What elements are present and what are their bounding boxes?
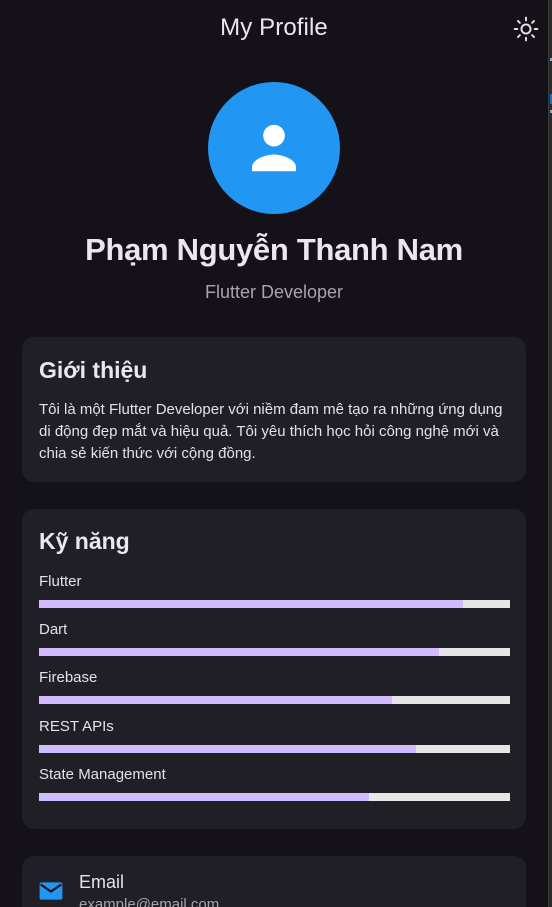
intro-card: Giới thiệu Tôi là một Flutter Developer … <box>22 337 526 482</box>
skill-progress-bar <box>39 648 510 656</box>
skills-title: Kỹ năng <box>39 528 130 554</box>
profile-name: Phạm Nguyễn Thanh Nam <box>85 232 463 267</box>
profile-role: Flutter Developer <box>204 282 344 302</box>
skill-progress-bar <box>39 696 510 704</box>
skill-progress-bar <box>39 600 510 608</box>
skill-item: Flutter <box>39 573 510 609</box>
skill-label: Dart <box>39 621 68 638</box>
app-window: My Profile Phạm Nguyễn Thanh Nam Flutter… <box>0 0 548 907</box>
skill-item: State Management <box>39 766 510 802</box>
skill-item: REST APIs <box>39 718 510 754</box>
intro-text: Tôi là một Flutter Developer với niềm đa… <box>39 401 503 462</box>
window-edge <box>548 0 552 907</box>
mail-icon <box>39 882 63 900</box>
skill-progress-bar <box>39 793 510 801</box>
skills-card: Kỹ năng Flutter Dart Firebase REST APIs <box>22 509 526 829</box>
skill-progress-fill <box>39 696 393 704</box>
skill-progress-bar <box>39 745 510 753</box>
skill-label: Flutter <box>39 573 82 590</box>
contact-email-card[interactable]: Email example@email.com <box>22 856 526 907</box>
skill-progress-fill <box>39 793 369 801</box>
skill-progress-fill <box>39 648 440 656</box>
contact-label: Email <box>79 872 125 892</box>
page-title: My Profile <box>220 14 328 41</box>
person-icon <box>252 124 296 172</box>
skill-label: State Management <box>39 766 166 783</box>
theme-toggle-button[interactable] <box>510 13 542 45</box>
contact-email[interactable]: example@email.com <box>79 896 219 907</box>
skill-progress-fill <box>39 600 463 608</box>
skill-label: REST APIs <box>39 718 114 735</box>
skill-label: Firebase <box>39 669 98 686</box>
intro-title: Giới thiệu <box>39 357 148 383</box>
app-bar: My Profile <box>0 0 548 56</box>
sun-icon <box>513 16 539 42</box>
skill-progress-fill <box>39 745 416 753</box>
avatar <box>208 82 340 214</box>
skill-item: Firebase <box>39 669 510 705</box>
skill-item: Dart <box>39 621 510 657</box>
